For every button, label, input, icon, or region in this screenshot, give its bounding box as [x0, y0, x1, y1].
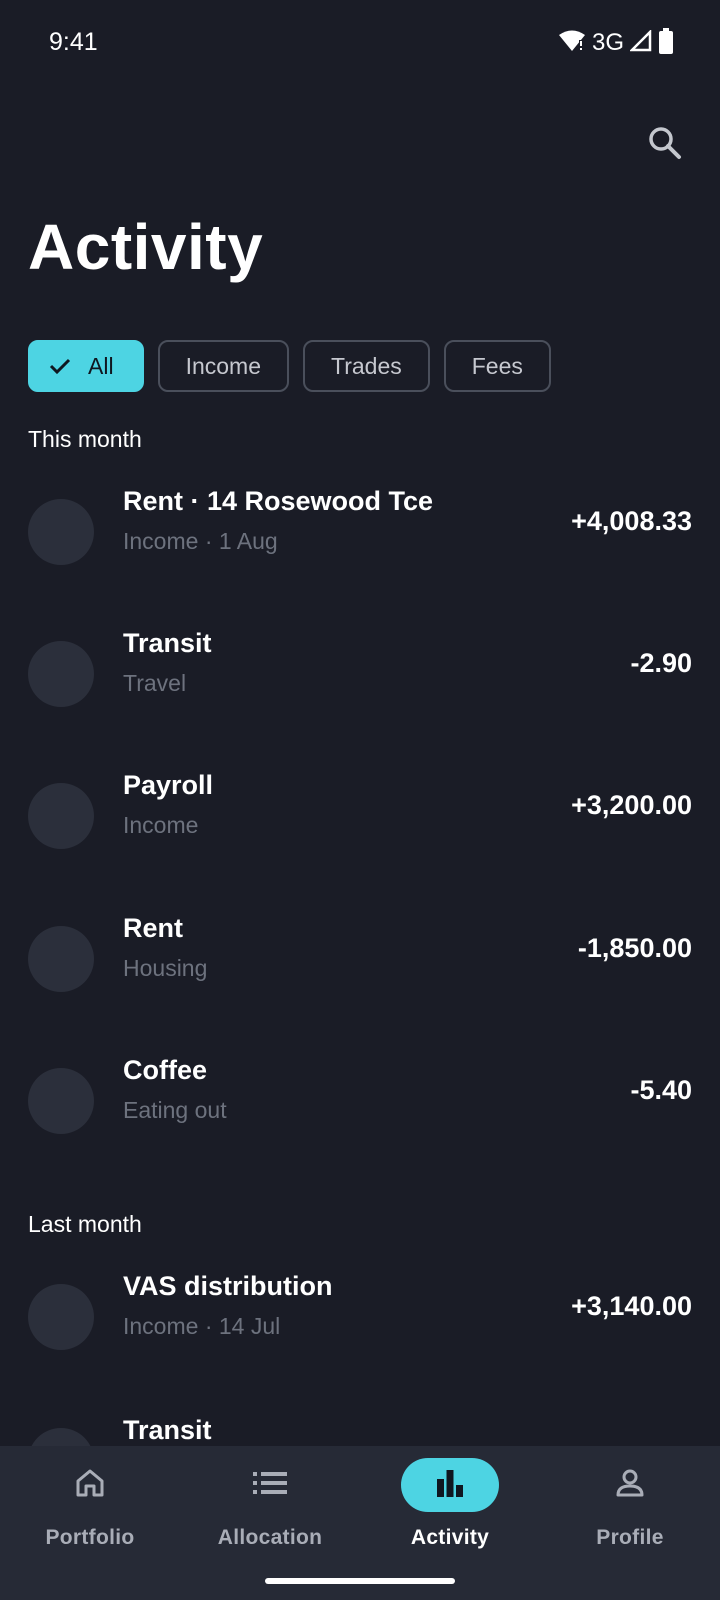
nav-item-portfolio[interactable]: Portfolio: [0, 1446, 180, 1600]
avatar: [28, 1284, 94, 1350]
bottom-nav: Portfolio Allocation Activity Profile: [0, 1446, 720, 1600]
filter-chip-label: All: [88, 352, 114, 379]
transaction-subtitle: Income · 1 Aug: [123, 528, 278, 554]
transaction-row[interactable]: Rent Housing -1,850.00: [0, 894, 720, 1034]
nav-item-allocation[interactable]: Allocation: [180, 1446, 360, 1600]
avatar: [28, 926, 94, 992]
page-title: Activity: [28, 211, 264, 283]
list-icon: [253, 1469, 287, 1502]
filter-chip-label: Fees: [471, 352, 523, 379]
wifi-icon: [558, 29, 586, 58]
avatar: [28, 641, 94, 707]
transaction-row[interactable]: VAS distribution Income · 14 Jul +3,140.…: [0, 1252, 720, 1392]
transaction-amount: -2.90: [630, 648, 692, 678]
transaction-subtitle: Housing: [123, 955, 208, 981]
status-icons: 3G: [558, 27, 674, 59]
filter-chip-all[interactable]: All: [28, 340, 144, 392]
filter-chip-fees[interactable]: Fees: [443, 340, 551, 392]
check-icon: [48, 354, 72, 378]
transaction-amount: -5.40: [630, 1075, 692, 1105]
transaction-amount: +3,200.00: [571, 790, 692, 820]
transaction-subtitle: Income · 14 Jul: [123, 1313, 281, 1339]
transaction-row[interactable]: Coffee Eating out -5.40: [0, 1036, 720, 1176]
transaction-title: VAS distribution: [123, 1271, 333, 1301]
filter-chip-trades[interactable]: Trades: [303, 340, 430, 392]
status-time: 9:41: [49, 28, 98, 56]
bar-chart-icon: [434, 1467, 466, 1504]
transaction-title: Rent: [123, 913, 183, 943]
transaction-amount: -1,850.00: [577, 933, 692, 963]
transaction-title: Rent · 14 Rosewood Tce: [123, 486, 434, 516]
transaction-subtitle: Income: [123, 812, 199, 838]
transaction-row[interactable]: Payroll Income +3,200.00: [0, 751, 720, 891]
status-bar: 9:41 3G: [0, 0, 720, 88]
transaction-amount: +3,140.00: [571, 1291, 692, 1321]
filter-chip-income[interactable]: Income: [157, 340, 289, 392]
transaction-subtitle: Eating out: [123, 1097, 227, 1123]
nav-label: Activity: [410, 1526, 490, 1549]
section-header-last-month: Last month: [28, 1211, 142, 1237]
filter-chip-label: Income: [185, 352, 261, 379]
nav-item-activity[interactable]: Activity: [360, 1446, 540, 1600]
nav-label: Profile: [596, 1526, 664, 1549]
home-indicator[interactable]: [265, 1578, 455, 1584]
transaction-row[interactable]: Transit Travel -2.90: [0, 609, 720, 749]
nav-item-profile[interactable]: Profile: [540, 1446, 720, 1600]
transaction-title: Transit: [123, 628, 212, 658]
avatar: [28, 1068, 94, 1134]
home-icon: [74, 1467, 106, 1504]
nav-label: Allocation: [217, 1526, 323, 1549]
transaction-title: Transit: [123, 1415, 212, 1445]
transaction-amount: +4,008.33: [571, 506, 692, 536]
search-button[interactable]: [640, 120, 690, 170]
avatar: [28, 499, 94, 565]
battery-icon: [658, 27, 674, 59]
search-icon: [647, 125, 683, 166]
transaction-row[interactable]: Rent · 14 Rosewood Tce Income · 1 Aug +4…: [0, 467, 720, 607]
filter-chips: All Income Trades Fees: [28, 340, 551, 392]
nav-label: Portfolio: [45, 1526, 135, 1549]
section-header-this-month: This month: [28, 426, 142, 452]
person-icon: [614, 1467, 646, 1504]
signal-icon: [628, 28, 652, 57]
transaction-title: Payroll: [123, 770, 214, 800]
filter-chip-label: Trades: [331, 352, 402, 379]
avatar: [28, 783, 94, 849]
network-type: 3G: [591, 29, 624, 56]
transaction-subtitle: Travel: [123, 670, 187, 696]
transaction-title: Coffee: [123, 1055, 208, 1085]
